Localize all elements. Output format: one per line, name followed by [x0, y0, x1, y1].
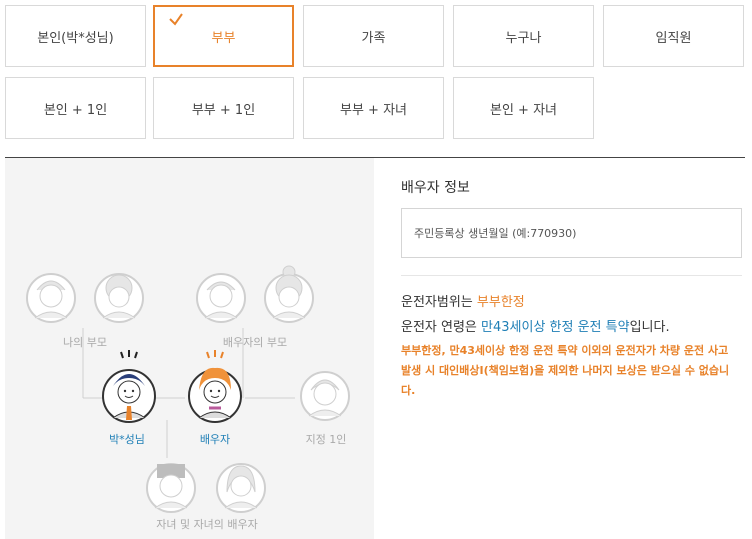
- option-self[interactable]: 본인(박*성님): [5, 5, 146, 67]
- me-label: 박*성님: [109, 433, 145, 446]
- my-mother-icon: [94, 273, 144, 323]
- coverage-notice: 부부한정, 만43세이상 한정 운전 특약 이외의 운전자가 차량 운전 사고 …: [401, 344, 730, 397]
- child-spouse-icon: [216, 463, 266, 513]
- spouse-avatar-icon: [188, 350, 242, 423]
- driver-age-value: 만43세이상 한정 운전 특약: [481, 320, 630, 335]
- option-label: 부부 + 자녀: [340, 102, 407, 118]
- option-label: 부부 + 1인: [191, 102, 256, 118]
- option-label: 본인 + 자녀: [490, 102, 557, 118]
- children-label: 자녀 및 자녀의 배우자: [156, 518, 258, 531]
- option-couple[interactable]: 부부: [153, 5, 294, 67]
- divider: [401, 275, 742, 276]
- option-label: 본인 + 1인: [43, 102, 108, 118]
- option-label: 누구나: [505, 30, 542, 46]
- option-self-plus-one[interactable]: 본인 + 1인: [5, 77, 146, 139]
- option-self-plus-children[interactable]: 본인 + 자녀: [453, 77, 594, 139]
- option-label: 본인(박*성님): [37, 30, 114, 46]
- me-avatar-icon: [102, 350, 156, 423]
- spouse-parents-label: 배우자의 부모: [222, 336, 288, 349]
- option-label: 가족: [361, 30, 386, 46]
- spouse-father-icon: [196, 273, 246, 323]
- option-anyone[interactable]: 누구나: [453, 5, 594, 67]
- spouse-info-title: 배우자 정보: [401, 180, 470, 196]
- option-label: 부부: [211, 30, 236, 46]
- driver-range-text: 운전자범위는 부부한정: [401, 295, 525, 310]
- my-parents-label: 나의 부모: [63, 336, 107, 349]
- driver-diagram: 나의 부모 배우자의 부모 박*성님 배우자 지정 1인 자녀 및 자녀의 배우…: [5, 158, 374, 539]
- option-family[interactable]: 가족: [303, 5, 444, 67]
- option-couple-plus-one[interactable]: 부부 + 1인: [153, 77, 294, 139]
- check-icon: [169, 13, 183, 26]
- driver-range-value: 부부한정: [476, 295, 525, 310]
- designated-person-icon: [300, 371, 350, 421]
- my-father-icon: [26, 273, 76, 323]
- spouse-info-panel: 배우자 정보 운전자범위는 부부한정 운전자 연령은 만43세이상 한정 운전 …: [374, 158, 752, 539]
- child-icon: [146, 463, 196, 513]
- spouse-mother-icon: [264, 265, 314, 323]
- designated-label: 지정 1인: [305, 433, 347, 446]
- option-employee[interactable]: 임직원: [603, 5, 744, 67]
- option-couple-plus-children[interactable]: 부부 + 자녀: [303, 77, 444, 139]
- spouse-birthdate-input[interactable]: [401, 208, 742, 258]
- driver-age-text: 운전자 연령은 만43세이상 한정 운전 특약입니다.: [401, 320, 670, 335]
- option-label: 임직원: [655, 30, 692, 46]
- spouse-label: 배우자: [199, 433, 231, 446]
